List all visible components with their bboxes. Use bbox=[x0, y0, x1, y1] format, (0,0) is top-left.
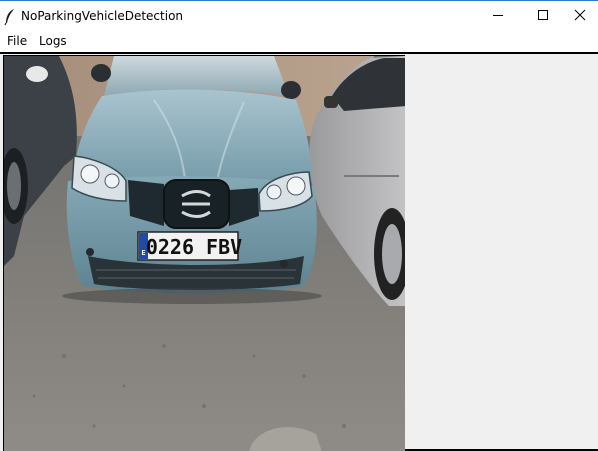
plate-number: 0226 FBV bbox=[146, 235, 242, 259]
feather-app-icon bbox=[4, 8, 16, 26]
title-bar[interactable]: NoParkingVehicleDetection bbox=[0, 0, 598, 31]
vehicle-image-canvas: E 0226 FBV bbox=[3, 55, 405, 451]
menu-bar: File Logs bbox=[0, 31, 598, 52]
maximize-button[interactable] bbox=[520, 1, 566, 31]
close-icon bbox=[574, 9, 586, 24]
app-window: NoParkingVehicleDetection File Logs E 02… bbox=[0, 0, 598, 451]
menu-logs[interactable]: Logs bbox=[39, 34, 67, 48]
window-title: NoParkingVehicleDetection bbox=[21, 9, 184, 23]
vehicle-photo: E 0226 FBV bbox=[4, 56, 405, 451]
maximize-icon bbox=[537, 9, 549, 24]
minimize-button[interactable] bbox=[475, 1, 521, 31]
menu-file[interactable]: File bbox=[7, 34, 27, 48]
close-button[interactable] bbox=[562, 1, 598, 31]
content-area: E 0226 FBV bbox=[0, 54, 598, 451]
minimize-icon bbox=[492, 9, 504, 24]
